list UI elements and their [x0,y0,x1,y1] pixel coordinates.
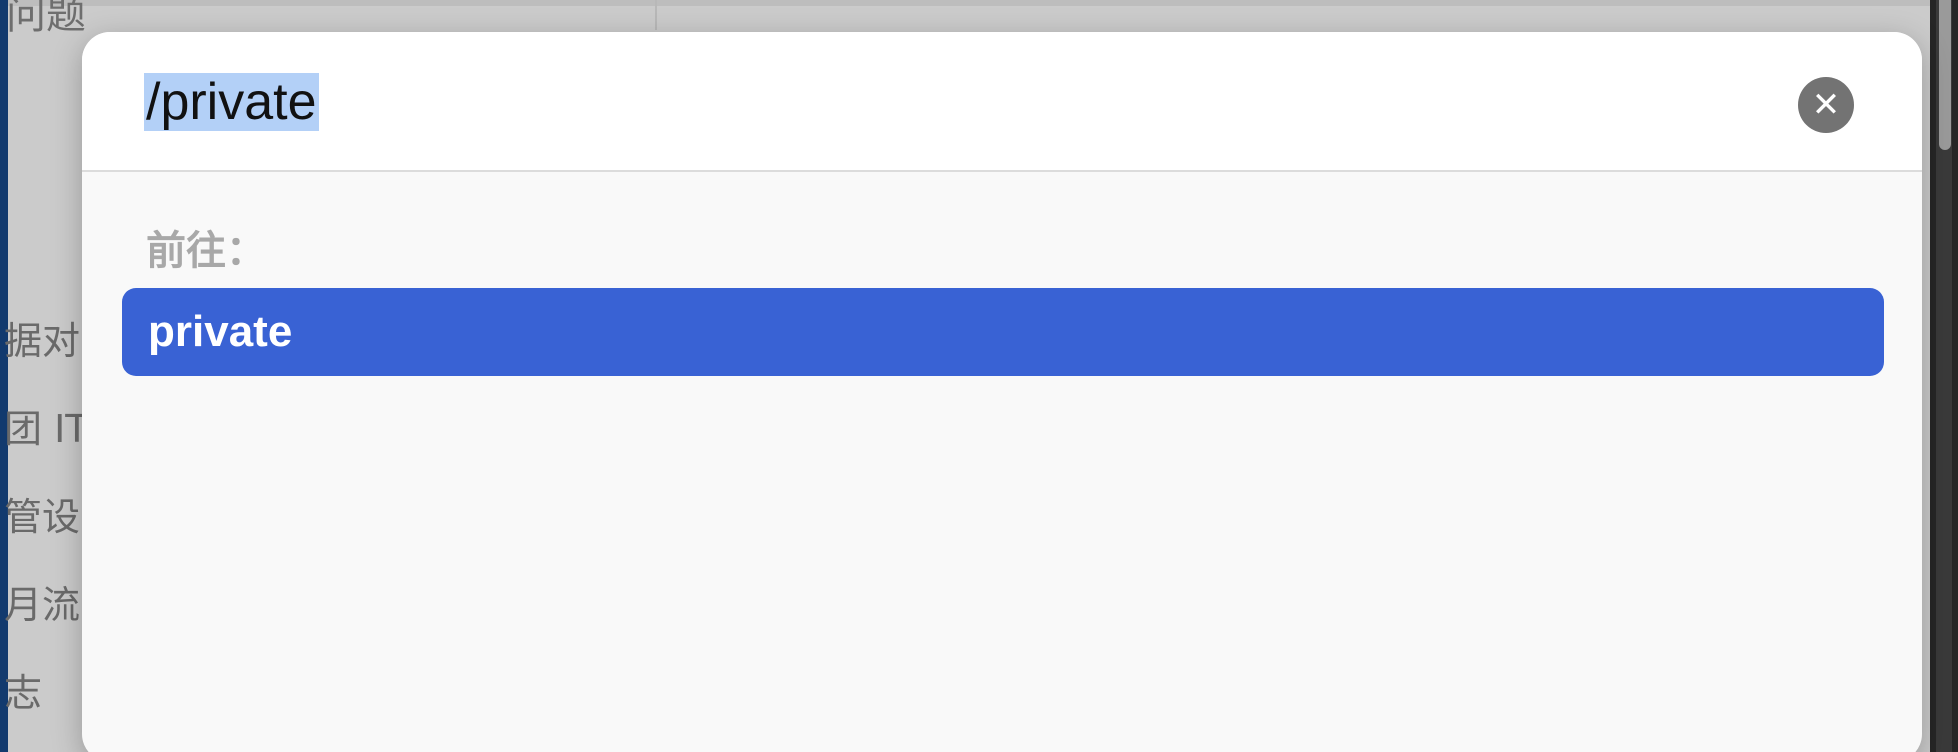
background-sidebar-item: 月流 [4,583,81,627]
go-to-folder-dialog: /private ✕ 前往： private [82,32,1922,752]
desktop-edge-left [0,0,8,752]
goto-label: 前往： [146,228,266,274]
scrollbar-thumb[interactable] [1939,0,1951,150]
background-sidebar-item: 据对 [4,319,81,363]
screen: 问题 据对 团 IT 管设 月流 志 /private ✕ 前往： privat… [0,0,1958,752]
result-item-private[interactable]: private [122,288,1884,376]
path-input-value: /private [144,73,319,131]
clear-icon[interactable]: ✕ [1798,77,1854,133]
background-title-fragment: 问题 [6,0,86,38]
background-sidebar-item: 管设 [4,495,81,539]
background-sidebar-item: 团 IT [4,407,89,451]
path-field-row: /private ✕ [82,32,1922,172]
path-input[interactable]: /private [144,66,319,138]
background-sidebar-item: 志 [4,671,43,715]
background-toolbar [8,0,1950,6]
background-divider [655,0,657,30]
result-label: private [148,307,293,356]
